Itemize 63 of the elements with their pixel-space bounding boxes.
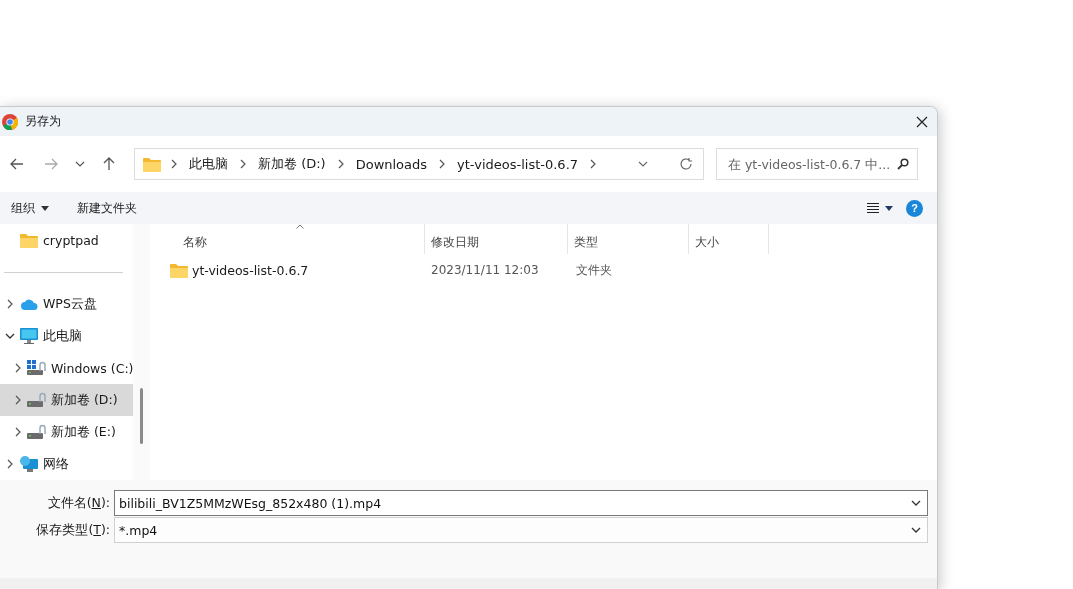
chevron-right-icon[interactable] [438, 159, 447, 169]
file-name[interactable]: yt-videos-list-0.6.7 [150, 262, 425, 278]
file-name-field[interactable]: bilibili_BV1Z5MMzWEsg_852x480 (1).mp4 [114, 490, 928, 516]
breadcrumb[interactable]: Downloads [353, 156, 430, 172]
chevron-right-icon[interactable] [13, 427, 22, 437]
drive-icon [27, 392, 47, 408]
column-header[interactable]: 类型 [568, 224, 689, 254]
modified-date: 2023/11/11 12:03 [430, 263, 540, 277]
breadcrumb[interactable]: yt-videos-list-0.6.7 [455, 156, 581, 172]
column-header[interactable]: 大小 [689, 224, 769, 254]
chevron-down-icon[interactable] [4, 332, 15, 340]
file-type-dropdown[interactable]: *.mp4 [114, 517, 928, 543]
sidebar-item[interactable]: 新加卷 (D:) [0, 384, 133, 416]
chevron-down-icon [75, 161, 85, 167]
folder-icon [20, 232, 38, 248]
folder-icon [143, 156, 161, 172]
organize-button[interactable]: 组织 [6, 194, 54, 222]
caret-icon [41, 205, 49, 211]
chevron-down-icon [638, 161, 648, 167]
network-icon [20, 456, 38, 472]
breadcrumb[interactable]: 此电脑 [187, 155, 230, 173]
sidebar-item[interactable]: 网络 [0, 448, 133, 480]
chevron-right-icon[interactable] [239, 159, 247, 169]
search-icon [897, 158, 909, 170]
drive-icon [27, 424, 47, 440]
chevron-down-icon[interactable] [911, 526, 921, 534]
chevron-right-icon[interactable] [5, 459, 14, 469]
sidebar-item[interactable]: cryptpad [0, 224, 133, 256]
column-header[interactable]: 修改日期 [425, 224, 568, 254]
chevron-right-icon[interactable] [13, 395, 22, 405]
sidebar-item[interactable]: WPS云盘 [0, 288, 133, 320]
chevron-right-icon[interactable] [5, 299, 14, 309]
search-field[interactable]: 在 yt-videos-list-0.6.7 中... [716, 148, 918, 180]
column-header[interactable]: 名称 [150, 224, 425, 254]
caret-icon [885, 205, 893, 211]
sidebar-item[interactable]: Windows (C:) [0, 352, 133, 384]
arrow-right-icon [44, 158, 58, 170]
field-label: 保存类型(T): [35, 521, 111, 539]
list-view-icon [867, 203, 879, 213]
chevron-right-icon[interactable] [336, 159, 345, 169]
arrow-up-icon [103, 157, 115, 171]
arrow-left-icon [10, 158, 24, 170]
sidebar-item[interactable]: 新加卷 (E:) [0, 416, 133, 448]
sidebar-item[interactable]: 此电脑 [0, 320, 133, 352]
field-label: 文件名(N): [46, 494, 111, 512]
scrollbar-thumb[interactable] [140, 388, 143, 444]
chevron-down-icon[interactable] [911, 499, 921, 507]
close-icon [916, 115, 928, 128]
new-folder-button[interactable]: 新建文件夹 [72, 194, 142, 222]
chevron-right-icon[interactable] [589, 159, 598, 169]
chevron-right-icon[interactable] [13, 363, 22, 373]
cloud-icon [20, 298, 38, 310]
file-type: 文件夹 [575, 261, 612, 279]
chevron-right-icon[interactable] [170, 159, 178, 169]
folder-icon [170, 262, 188, 278]
refresh-icon [679, 157, 693, 171]
monitor-icon [20, 328, 38, 344]
app-icon [2, 113, 18, 130]
drive-icon [27, 360, 47, 376]
address-bar[interactable]: 此电脑 新加卷 (D:) Downloads yt-videos-list-0.6.7 [134, 148, 704, 180]
breadcrumb[interactable]: 新加卷 (D:) [256, 155, 328, 173]
window-title: 另存为 [25, 113, 62, 130]
help-button[interactable]: ? [906, 199, 923, 217]
